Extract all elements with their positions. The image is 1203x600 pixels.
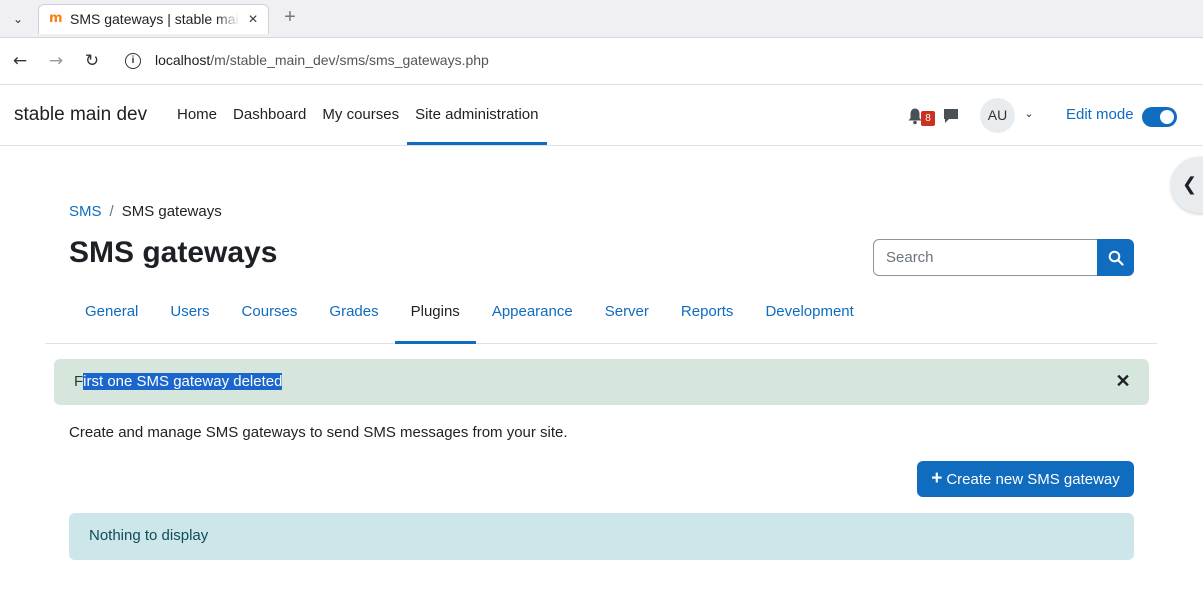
page-title: SMS gateways <box>69 236 278 269</box>
close-tab-icon[interactable]: × <box>244 11 262 29</box>
breadcrumb: SMS / SMS gateways <box>69 203 222 220</box>
toggle-knob <box>1160 110 1174 124</box>
tab-development[interactable]: Development <box>749 282 869 344</box>
moodle-favicon-icon: m <box>49 11 63 26</box>
forward-arrow-icon[interactable]: → <box>45 50 67 72</box>
open-block-drawer-button[interactable]: ❮ <box>1171 157 1203 213</box>
edit-mode-toggle[interactable] <box>1142 107 1177 127</box>
browser-tab[interactable]: m SMS gateways | stable main dev × <box>38 4 269 34</box>
create-button-label: Create new SMS gateway <box>946 471 1120 488</box>
alert-message: First one SMS gateway deleted <box>74 373 283 390</box>
selected-text: irst one SMS gateway deleted <box>83 373 283 390</box>
admin-search <box>873 239 1134 276</box>
empty-message: Nothing to display <box>89 527 209 544</box>
reload-icon[interactable]: ↻ <box>81 50 103 72</box>
tab-courses[interactable]: Courses <box>226 282 314 344</box>
search-button[interactable] <box>1097 239 1134 276</box>
tab-general[interactable]: General <box>69 282 154 344</box>
browser-navbar: ← → ↻ i localhost/m/stable_main_dev/sms/… <box>0 38 1203 85</box>
nav-home[interactable]: Home <box>169 85 225 145</box>
tab-reports[interactable]: Reports <box>665 282 750 344</box>
page-description: Create and manage SMS gateways to send S… <box>69 424 568 441</box>
site-info-icon[interactable]: i <box>125 53 141 69</box>
search-icon <box>1108 250 1124 266</box>
browser-tab-strip: ⌄ m SMS gateways | stable main dev × + <box>0 0 1203 38</box>
breadcrumb-separator: / <box>109 203 114 220</box>
tab-plugins[interactable]: Plugins <box>394 282 476 344</box>
tab-title: SMS gateways | stable main dev <box>70 11 240 27</box>
nav-my-courses[interactable]: My courses <box>314 85 407 145</box>
breadcrumb-link-sms[interactable]: SMS <box>69 203 102 220</box>
user-menu-chevron-down-icon[interactable]: ⌄ <box>1022 107 1036 121</box>
search-input[interactable] <box>873 239 1099 276</box>
primary-navigation: Home Dashboard My courses Site administr… <box>169 85 547 145</box>
success-alert: First one SMS gateway deleted ✕ <box>54 359 1149 405</box>
plus-icon: + <box>931 468 943 489</box>
back-arrow-icon[interactable]: ← <box>9 50 31 72</box>
close-icon[interactable]: ✕ <box>1115 372 1131 390</box>
tab-list-chevron-icon[interactable]: ⌄ <box>7 8 29 30</box>
empty-state-notice: Nothing to display <box>69 513 1134 560</box>
tab-users[interactable]: Users <box>154 282 225 344</box>
edit-mode-label[interactable]: Edit mode <box>1066 106 1134 123</box>
user-avatar[interactable]: AU <box>980 98 1015 133</box>
secondary-navigation: General Users Courses Grades Plugins App… <box>45 282 1157 344</box>
site-name[interactable]: stable main dev <box>14 104 147 126</box>
site-header: stable main dev Home Dashboard My course… <box>0 85 1203 146</box>
notification-count-badge: 8 <box>921 111 935 126</box>
chevron-left-icon: ❮ <box>1182 174 1198 195</box>
url-text: localhost/m/stable_main_dev/sms/sms_gate… <box>155 52 489 68</box>
nav-dashboard[interactable]: Dashboard <box>225 85 314 145</box>
tab-grades[interactable]: Grades <box>313 282 394 344</box>
nav-site-administration[interactable]: Site administration <box>407 85 547 145</box>
address-bar[interactable]: i localhost/m/stable_main_dev/sms/sms_ga… <box>118 44 1198 78</box>
new-tab-plus-icon[interactable]: + <box>280 6 300 28</box>
create-new-sms-gateway-button[interactable]: + Create new SMS gateway <box>917 461 1134 497</box>
messages-icon[interactable] <box>942 107 960 125</box>
tab-appearance[interactable]: Appearance <box>476 282 589 344</box>
tab-server[interactable]: Server <box>589 282 665 344</box>
breadcrumb-current: SMS gateways <box>121 203 222 220</box>
